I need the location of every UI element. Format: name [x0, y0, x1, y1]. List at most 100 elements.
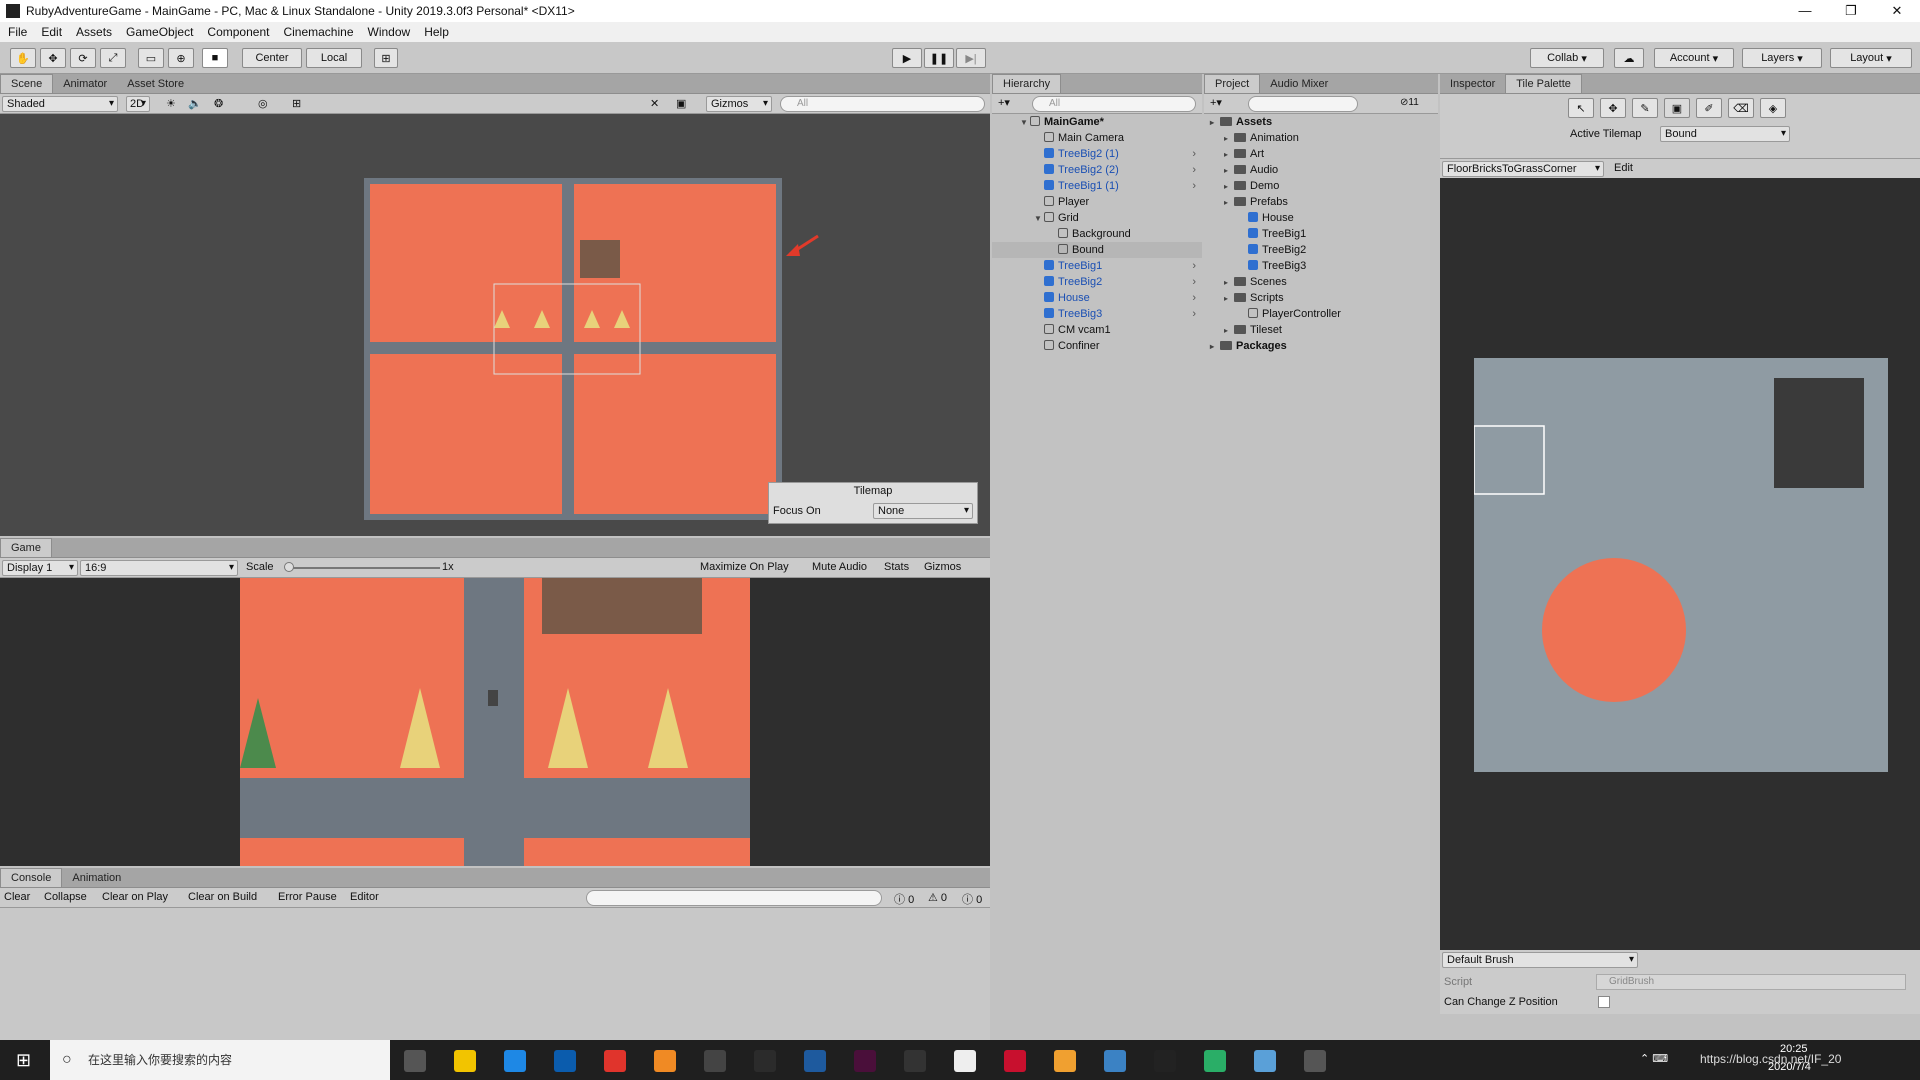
palette-tile-grid[interactable] [1473, 358, 1888, 772]
app-icon-lightblue[interactable] [1254, 1050, 1276, 1072]
project-item[interactable]: ▸ Art [1204, 146, 1264, 162]
project-item[interactable]: TreeBig2 [1204, 242, 1306, 258]
project-create-icon[interactable]: +▾ [1210, 96, 1222, 109]
cortana-icon[interactable]: ○ [62, 1051, 72, 1069]
expand-arrow-icon[interactable]: ▸ [1224, 323, 1234, 339]
hierarchy-item[interactable]: Confiner [992, 338, 1202, 354]
active-tilemap-dropdown[interactable]: Bound [1660, 126, 1790, 142]
hierarchy-item[interactable]: TreeBig2 (2) › [992, 162, 1202, 178]
scale-slider[interactable] [290, 567, 440, 569]
tab-console[interactable]: Console [0, 868, 63, 887]
snap-icon[interactable]: ⊞ [374, 48, 398, 68]
account-dropdown[interactable]: Account ▾ [1654, 48, 1734, 68]
display-dropdown[interactable]: Display 1 [2, 560, 78, 576]
palette-move-tool-icon[interactable]: ✥ [1600, 98, 1626, 118]
camera-icon[interactable]: ▣ [676, 97, 686, 110]
hierarchy-item[interactable]: CM vcam1 [992, 322, 1202, 338]
app-icon-dark[interactable] [754, 1050, 776, 1072]
move-tool-icon[interactable]: ✥ [40, 48, 66, 68]
hierarchy-search-input[interactable]: All [1032, 96, 1196, 112]
layers-dropdown[interactable]: Layers ▾ [1742, 48, 1822, 68]
console-collapse-button[interactable]: Collapse [44, 891, 87, 903]
terminal-icon[interactable] [904, 1050, 926, 1072]
expand-arrow-icon[interactable]: ▼ [1034, 211, 1044, 227]
project-item[interactable]: TreeBig1 [1204, 226, 1306, 242]
pivot-local-button[interactable]: Local [306, 48, 362, 68]
edge-icon[interactable] [504, 1050, 526, 1072]
tab-project[interactable]: Project [1204, 74, 1261, 93]
project-item[interactable]: ▸ Packages [1204, 338, 1287, 354]
mute-audio-toggle[interactable]: Mute Audio [812, 561, 867, 573]
expand-arrow-icon[interactable]: ▸ [1210, 115, 1220, 131]
close-button[interactable]: ✕ [1874, 0, 1920, 22]
unity-taskbar-icon[interactable] [954, 1050, 976, 1072]
box-fill-icon[interactable]: ▣ [1664, 98, 1690, 118]
scale-tool-icon[interactable]: ⤢ [100, 48, 126, 68]
chevron-right-icon[interactable]: › [1192, 290, 1196, 306]
blender-icon[interactable] [654, 1050, 676, 1072]
step-button[interactable]: ▶| [956, 48, 986, 68]
expand-arrow-icon[interactable]: ▸ [1210, 339, 1220, 355]
console-clear-button[interactable]: Clear [4, 891, 30, 903]
lighting-icon[interactable]: ☀ [166, 97, 176, 110]
project-item[interactable]: PlayerController [1204, 306, 1341, 322]
hierarchy-item[interactable]: House › [992, 290, 1202, 306]
expand-arrow-icon[interactable]: ▸ [1224, 163, 1234, 179]
project-item[interactable]: TreeBig3 [1204, 258, 1306, 274]
maximize-on-play-toggle[interactable]: Maximize On Play [700, 561, 789, 573]
effects-icon[interactable]: ❂ [214, 97, 223, 110]
layout-dropdown[interactable]: Layout ▾ [1830, 48, 1912, 68]
stats-toggle[interactable]: Stats [884, 561, 909, 573]
windows-start-icon[interactable]: ⊞ [16, 1050, 31, 1071]
project-item[interactable]: ▸ Animation [1204, 130, 1299, 146]
audio-icon[interactable]: 🔈 [188, 97, 202, 110]
chevron-right-icon[interactable]: › [1192, 178, 1196, 194]
console-error-pause-button[interactable]: Error Pause [278, 891, 337, 903]
can-change-z-checkbox[interactable] [1598, 996, 1610, 1008]
hierarchy-item[interactable]: ▼ MainGame* [992, 114, 1202, 130]
rect-tool-icon[interactable]: ▭ [138, 48, 164, 68]
menu-help[interactable]: Help [424, 25, 449, 39]
scale-slider-handle[interactable] [284, 562, 294, 572]
palette-edit-button[interactable]: Edit [1614, 162, 1633, 174]
tab-hierarchy[interactable]: Hierarchy [992, 74, 1062, 93]
chevron-right-icon[interactable]: › [1192, 274, 1196, 290]
transform-tool-icon[interactable]: ⊕ [168, 48, 194, 68]
paint-brush-icon[interactable]: ✎ [1632, 98, 1658, 118]
hierarchy-item[interactable]: TreeBig2 (1) › [992, 146, 1202, 162]
gizmos-dropdown[interactable]: Gizmos [706, 96, 772, 112]
project-search-input[interactable] [1248, 96, 1358, 112]
notes-icon[interactable] [704, 1050, 726, 1072]
expand-arrow-icon[interactable]: ▸ [1224, 131, 1234, 147]
select-tool-icon[interactable]: ↖ [1568, 98, 1594, 118]
scene-viewport[interactable]: Tilemap Focus On None [0, 114, 990, 536]
expand-arrow-icon[interactable]: ▸ [1224, 195, 1234, 211]
hierarchy-item[interactable]: TreeBig1 › [992, 258, 1202, 274]
hand-tool-icon[interactable]: ✋ [10, 48, 36, 68]
app-icon-azure[interactable] [1104, 1050, 1126, 1072]
palette-dropdown[interactable]: FloorBricksToGrassCorner [1442, 161, 1604, 177]
project-item[interactable]: ▸ Assets [1204, 114, 1272, 130]
expand-arrow-icon[interactable]: ▸ [1224, 275, 1234, 291]
menu-edit[interactable]: Edit [41, 25, 62, 39]
wechat-icon[interactable] [1204, 1050, 1226, 1072]
pause-button[interactable]: ❚❚ [924, 48, 954, 68]
menu-assets[interactable]: Assets [76, 25, 112, 39]
tab-audio-mixer[interactable]: Audio Mixer [1260, 74, 1338, 93]
create-icon[interactable]: +▾ [998, 96, 1010, 109]
app-icon-red[interactable] [604, 1050, 626, 1072]
flood-fill-icon[interactable]: ◈ [1760, 98, 1786, 118]
project-item[interactable]: ▸ Tileset [1204, 322, 1282, 338]
hierarchy-item[interactable]: Main Camera [992, 130, 1202, 146]
expand-arrow-icon[interactable]: ▸ [1224, 147, 1234, 163]
tab-scene[interactable]: Scene [0, 74, 54, 93]
console-search-input[interactable] [586, 890, 882, 906]
app-icon-crimson[interactable] [1004, 1050, 1026, 1072]
tools-icon[interactable]: ✕ [650, 97, 659, 110]
menu-component[interactable]: Component [207, 25, 269, 39]
brush-dropdown[interactable]: Default Brush [1442, 952, 1638, 968]
hierarchy-item[interactable]: ▼ Grid [992, 210, 1202, 226]
collab-dropdown[interactable]: Collab ▾ [1530, 48, 1604, 68]
rotate-tool-icon[interactable]: ⟳ [70, 48, 96, 68]
app-icon-grey[interactable] [1304, 1050, 1326, 1072]
